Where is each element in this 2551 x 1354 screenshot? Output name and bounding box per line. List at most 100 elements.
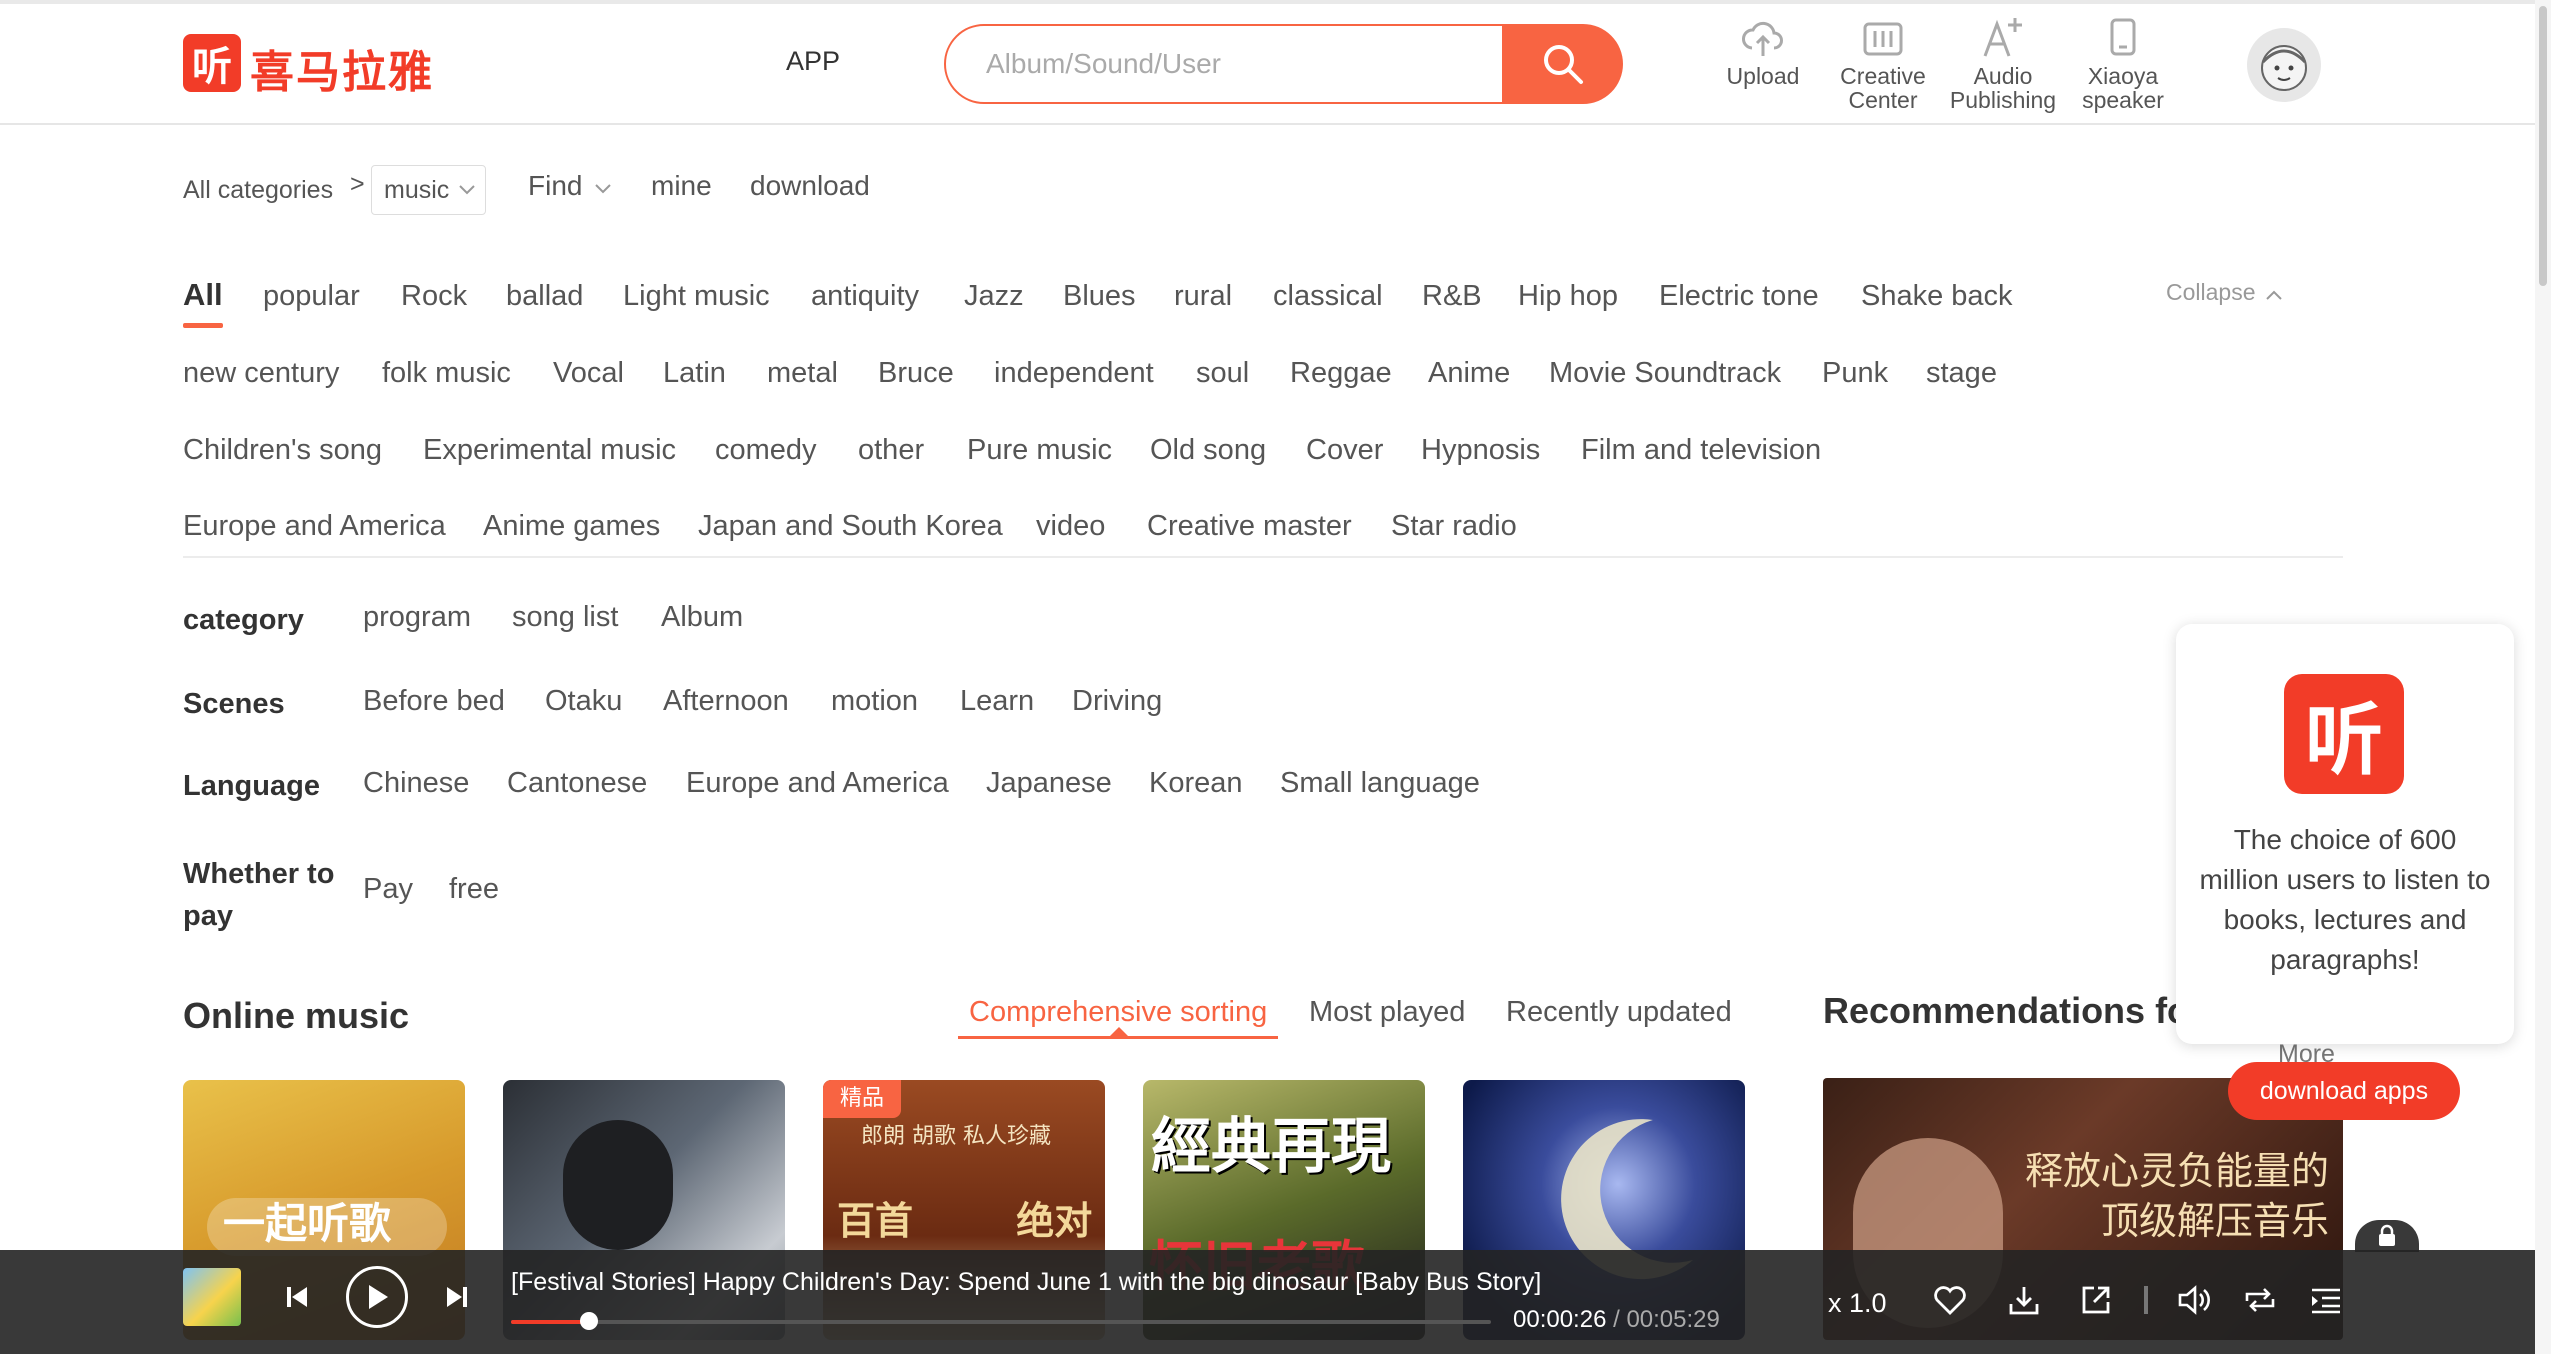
avatar[interactable] bbox=[2247, 28, 2321, 102]
genre-item[interactable]: comedy bbox=[715, 434, 817, 467]
filter-option[interactable]: Japanese bbox=[986, 767, 1112, 800]
download-track-button[interactable] bbox=[2004, 1282, 2044, 1318]
sort-tab-comprehensive[interactable]: Comprehensive sorting bbox=[969, 996, 1267, 1029]
app-link[interactable]: APP bbox=[786, 46, 840, 77]
genre-item[interactable]: Children's song bbox=[183, 434, 382, 467]
breadcrumb-root[interactable]: All categories bbox=[183, 176, 333, 205]
genre-item[interactable]: ballad bbox=[506, 280, 583, 313]
filter-option[interactable]: Otaku bbox=[545, 685, 622, 718]
genre-item[interactable]: R&B bbox=[1422, 280, 1482, 313]
filter-label-pay: Whether to pay bbox=[183, 853, 334, 937]
favorite-button[interactable] bbox=[1930, 1284, 1970, 1318]
volume-button[interactable] bbox=[2174, 1282, 2214, 1318]
filter-option[interactable]: motion bbox=[831, 685, 918, 718]
previous-button[interactable] bbox=[280, 1280, 314, 1314]
genre-item[interactable]: Electric tone bbox=[1659, 280, 1819, 313]
genre-item[interactable]: folk music bbox=[382, 357, 511, 390]
filter-option[interactable]: Europe and America bbox=[686, 767, 949, 800]
repeat-button[interactable] bbox=[2240, 1282, 2280, 1318]
creative-center-button[interactable]: Creative Center bbox=[1823, 14, 1943, 112]
album-cover-text: 一起听歌 bbox=[223, 1199, 392, 1248]
filter-option[interactable]: Pay bbox=[363, 873, 413, 906]
filter-option[interactable]: Cantonese bbox=[507, 767, 647, 800]
sort-tab-most-played[interactable]: Most played bbox=[1309, 996, 1465, 1029]
playlist-button[interactable] bbox=[2306, 1282, 2346, 1318]
genre-item[interactable]: Reggae bbox=[1290, 357, 1392, 390]
genre-item[interactable]: Creative master bbox=[1147, 510, 1352, 543]
nav-find[interactable]: Find bbox=[528, 170, 612, 202]
genre-item[interactable]: video bbox=[1036, 510, 1105, 543]
genre-item[interactable]: Movie Soundtrack bbox=[1549, 357, 1781, 390]
progress-track[interactable] bbox=[511, 1320, 1491, 1324]
sort-tab-recently-updated[interactable]: Recently updated bbox=[1506, 996, 1732, 1029]
genre-item[interactable]: other bbox=[858, 434, 924, 467]
filter-option[interactable]: Before bed bbox=[363, 685, 505, 718]
nav-download[interactable]: download bbox=[750, 170, 870, 202]
genre-item[interactable]: stage bbox=[1926, 357, 1997, 390]
xiaoya-speaker-button[interactable]: Xiaoya speaker bbox=[2063, 14, 2183, 112]
filter-option[interactable]: Small language bbox=[1280, 767, 1480, 800]
genre-item[interactable]: Pure music bbox=[967, 434, 1112, 467]
genre-item[interactable]: Anime bbox=[1428, 357, 1510, 390]
filter-option[interactable]: free bbox=[449, 873, 499, 906]
genre-item[interactable]: Bruce bbox=[878, 357, 954, 390]
filter-option[interactable]: song list bbox=[512, 601, 618, 634]
genre-item[interactable]: Europe and America bbox=[183, 510, 446, 543]
filter-option[interactable]: Korean bbox=[1149, 767, 1243, 800]
category-select[interactable]: music bbox=[371, 165, 486, 215]
logo-text[interactable]: 喜马拉雅 bbox=[250, 36, 434, 100]
genre-item[interactable]: metal bbox=[767, 357, 838, 390]
nav-mine[interactable]: mine bbox=[651, 170, 712, 202]
genre-item[interactable]: independent bbox=[994, 357, 1154, 390]
volume-icon bbox=[2178, 1285, 2210, 1315]
audio-publishing-button[interactable]: Audio Publishing bbox=[1943, 14, 2063, 112]
genre-item[interactable]: Anime games bbox=[483, 510, 660, 543]
genre-item[interactable]: classical bbox=[1273, 280, 1383, 313]
genre-item[interactable]: Japan and South Korea bbox=[698, 510, 1003, 543]
genre-item[interactable]: Star radio bbox=[1391, 510, 1517, 543]
next-button[interactable] bbox=[440, 1280, 474, 1314]
search-button[interactable] bbox=[1503, 24, 1623, 104]
search-input[interactable] bbox=[944, 24, 1504, 104]
download-apps-button[interactable]: download apps bbox=[2228, 1062, 2460, 1120]
genre-item[interactable]: Light music bbox=[623, 280, 770, 313]
share-button[interactable] bbox=[2076, 1282, 2116, 1318]
genre-item[interactable]: Hypnosis bbox=[1421, 434, 1540, 467]
genre-item[interactable]: popular bbox=[263, 280, 360, 313]
filter-option[interactable]: Driving bbox=[1072, 685, 1162, 718]
genre-all[interactable]: All bbox=[183, 277, 223, 313]
filter-option[interactable]: program bbox=[363, 601, 471, 634]
filter-option[interactable]: Afternoon bbox=[663, 685, 789, 718]
genre-item[interactable]: Punk bbox=[1822, 357, 1888, 390]
player-lock-toggle[interactable] bbox=[2355, 1220, 2419, 1252]
genre-item[interactable]: Latin bbox=[663, 357, 726, 390]
genre-item[interactable]: Jazz bbox=[964, 280, 1024, 313]
track-thumbnail[interactable] bbox=[183, 1268, 241, 1326]
filter-option[interactable]: Learn bbox=[960, 685, 1034, 718]
page-scrollbar-thumb[interactable] bbox=[2539, 6, 2547, 286]
upload-button[interactable]: Upload bbox=[1703, 14, 1823, 88]
genre-item[interactable]: Vocal bbox=[553, 357, 624, 390]
genre-item[interactable]: antiquity bbox=[811, 280, 919, 313]
collapse-toggle[interactable]: Collapse bbox=[2166, 279, 2282, 306]
logo-icon[interactable]: 听 bbox=[183, 34, 241, 92]
player-divider bbox=[2144, 1286, 2148, 1314]
filter-option[interactable]: Chinese bbox=[363, 767, 469, 800]
genre-item[interactable]: Shake back bbox=[1861, 280, 2013, 313]
premium-badge: 精品 bbox=[823, 1080, 901, 1118]
genre-item[interactable]: Hip hop bbox=[1518, 280, 1618, 313]
filter-option[interactable]: Album bbox=[661, 601, 743, 634]
genre-item[interactable]: new century bbox=[183, 357, 339, 390]
genre-item[interactable]: rural bbox=[1174, 280, 1232, 313]
filter-label-pay-line1: Whether to bbox=[183, 858, 335, 890]
genre-item[interactable]: Cover bbox=[1306, 434, 1383, 467]
playback-speed-button[interactable]: x 1.0 bbox=[1828, 1288, 1887, 1319]
genre-item[interactable]: Blues bbox=[1063, 280, 1136, 313]
genre-item[interactable]: Rock bbox=[401, 280, 467, 313]
genre-item[interactable]: soul bbox=[1196, 357, 1249, 390]
genre-item[interactable]: Film and television bbox=[1581, 434, 1821, 467]
genre-item[interactable]: Old song bbox=[1150, 434, 1266, 467]
play-button[interactable] bbox=[346, 1266, 408, 1328]
genre-item[interactable]: Experimental music bbox=[423, 434, 676, 467]
chevron-up-icon bbox=[2266, 290, 2282, 300]
